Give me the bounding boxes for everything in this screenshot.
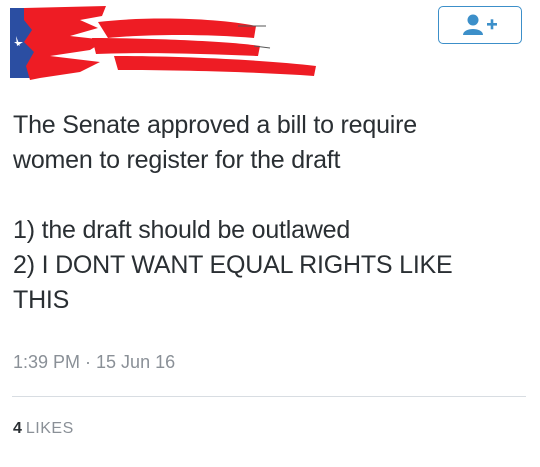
redaction-scribble-icon (92, 18, 316, 76)
tweet-text-line: women to register for the draft (13, 146, 341, 174)
likes-stat[interactable]: 4 LIKES (13, 420, 74, 438)
tweet-text: The Senate approved a bill to require wo… (13, 108, 523, 318)
tweet-timestamp[interactable]: 1:39 PM · 15 Jun 16 (13, 352, 175, 373)
tweet-text-line: 1) the draft should be outlawed (13, 216, 351, 244)
likes-count: 4 (13, 420, 22, 437)
follow-person-plus-icon (463, 14, 497, 35)
tweet-text-line: THIS (13, 286, 70, 314)
redacted-username (88, 12, 318, 76)
divider (12, 396, 526, 397)
likes-label: LIKES (25, 420, 74, 437)
tweet-card: The Senate approved a bill to require wo… (0, 0, 540, 467)
tweet-text-line: The Senate approved a bill to require (13, 111, 417, 139)
follow-button[interactable] (438, 6, 522, 44)
tweet-text-line: 2) I DONT WANT EQUAL RIGHTS LIKE (13, 251, 453, 279)
